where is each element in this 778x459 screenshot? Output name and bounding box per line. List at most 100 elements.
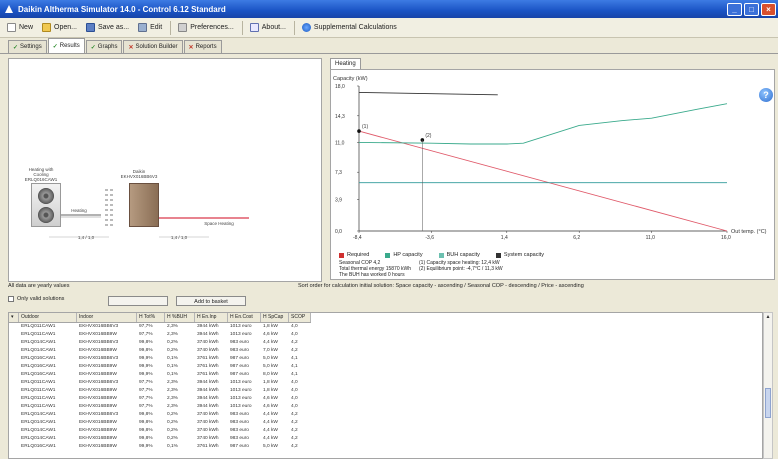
preferences-button[interactable]: Preferences... — [174, 20, 238, 35]
valid-solutions-checkbox[interactable]: Only valid solutions — [8, 296, 64, 302]
table-row[interactable]: ERLQ014CAW1 EKHVX016BB9W 99,8% 0,2% 3740 kWh… — [9, 427, 311, 435]
table-cell: 4,4 kW — [263, 436, 278, 441]
table-row[interactable]: ERLQ016CAW1 EKHVX016BB9W 99,9% 0,1% 3761 kWh… — [9, 443, 311, 451]
table-row[interactable]: ERLQ016CAW1 EKHVX016BB9W 99,9% 0,1% 3761 kWh… — [9, 371, 311, 379]
table-row[interactable]: ERLQ014CAW1 EKHVX016BB9W 99,8% 0,2% 3740 kWh… — [9, 435, 311, 443]
table-row[interactable]: ERLQ011CAW1 EKHVX016BB6V3 97,7% 2,3% 3944 kW… — [9, 379, 311, 387]
column-header[interactable]: Outdoor — [19, 313, 77, 322]
column-filter-icon[interactable]: ▾ — [9, 313, 19, 322]
row-selector[interactable] — [9, 323, 19, 331]
table-row[interactable]: ERLQ014CAW1 EKHVX016BB9W 99,8% 0,2% 3740 kWh… — [9, 419, 311, 427]
row-selector[interactable] — [9, 419, 19, 427]
table-row[interactable]: ERLQ014CAW1 EKHVX016BB6V3 99,8% 0,2% 3740 kW… — [9, 339, 311, 347]
edit-button[interactable]: Edit — [134, 20, 166, 35]
series-line-required — [358, 130, 728, 232]
table-cell: 3740 kWh — [197, 412, 219, 417]
table-cell: 4,6 kW — [263, 396, 278, 401]
table-row[interactable]: ERLQ014CAW1 EKHVX016BB9W 99,8% 0,2% 3740 kWh… — [9, 347, 311, 355]
help-icon[interactable]: ? — [759, 88, 773, 102]
column-header[interactable]: H En.Cost — [228, 313, 261, 322]
table-cell: EKHVX016BB9W — [79, 444, 117, 449]
tab-graphs[interactable]: ✓ Graphs — [85, 40, 123, 53]
column-header[interactable]: H En.Inp — [195, 313, 228, 322]
row-selector[interactable] — [9, 435, 19, 443]
outdoor-spec: 1,4 / 1,0 — [77, 235, 95, 240]
row-selector[interactable] — [9, 339, 19, 347]
tab-settings[interactable]: ✓ Settings — [8, 40, 47, 53]
tab-solution-builder[interactable]: ✕ Solution Builder — [123, 40, 183, 53]
table-cell: ERLQ016CAW1 — [21, 364, 56, 369]
edit-icon — [138, 23, 148, 32]
row-selector[interactable] — [9, 403, 19, 411]
x-tick-label: 6,2 — [573, 235, 580, 241]
row-selector[interactable] — [9, 331, 19, 339]
column-header[interactable]: H SpCap — [261, 313, 289, 322]
table-cell: 4,1 — [291, 372, 298, 377]
row-selector[interactable] — [9, 355, 19, 363]
toolbar-separator — [170, 20, 172, 35]
maximize-button[interactable]: □ — [744, 2, 759, 16]
table-row[interactable]: ERLQ016CAW1 EKHVX016BB9W 99,9% 0,1% 3761 kWh… — [9, 363, 311, 371]
row-selector[interactable] — [9, 363, 19, 371]
row-selector[interactable] — [9, 347, 19, 355]
table-body: ERLQ011CAW1 EKHVX016BB6V3 97,7% 2,3% 3944 kW… — [9, 323, 311, 451]
table-cell: 983 euro — [230, 348, 249, 353]
scroll-thumb[interactable] — [765, 388, 771, 418]
row-selector[interactable] — [9, 411, 19, 419]
blank-button[interactable] — [108, 296, 168, 306]
tab-results[interactable]: ✓ Results — [47, 38, 85, 53]
table-row[interactable]: ERLQ011CAW1 EKHVX016BB9W 97,7% 2,3% 3944 kWh… — [9, 403, 311, 411]
table-cell: 1,8 kW — [263, 388, 278, 393]
x-tick-label: -3,6 — [425, 235, 434, 241]
marker-point — [357, 129, 361, 133]
x-tick-label: 1,4 — [501, 235, 508, 241]
x-axis-label: Out temp. (°C) — [731, 229, 767, 235]
column-header[interactable]: SCOP — [289, 313, 311, 322]
table-cell: EKHVX016BB9W — [79, 396, 117, 401]
open-button[interactable]: Open... — [38, 20, 81, 35]
table-cell: EKHVX016BB9W — [79, 428, 117, 433]
row-selector[interactable] — [9, 379, 19, 387]
table-cell: ERLQ014CAW1 — [21, 428, 56, 433]
column-header[interactable]: Indoor — [77, 313, 137, 322]
minimize-button[interactable]: _ — [727, 2, 742, 16]
table-cell: ERLQ014CAW1 — [21, 436, 56, 441]
column-header[interactable]: H %BUH — [165, 313, 195, 322]
indoor-unit[interactable] — [129, 183, 159, 227]
new-button[interactable]: New — [3, 20, 37, 35]
table-row[interactable]: ERLQ011CAW1 EKHVX016BB9W 97,7% 2,3% 3944 kWh… — [9, 331, 311, 339]
row-selector[interactable] — [9, 427, 19, 435]
table-row[interactable]: ERLQ011CAW1 EKHVX016BB9W 97,7% 2,3% 3944 kWh… — [9, 395, 311, 403]
table-cell: 0,2% — [167, 412, 178, 417]
save-as-button[interactable]: Save as... — [82, 20, 133, 35]
table-row[interactable]: ERLQ011CAW1 EKHVX016BB9W 97,7% 2,3% 3944 kWh… — [9, 387, 311, 395]
add-to-basket-button[interactable]: Add to basket — [176, 296, 246, 306]
table-row[interactable]: ERLQ011CAW1 EKHVX016BB6V3 97,7% 2,3% 3944 kW… — [9, 323, 311, 331]
table-row[interactable]: ERLQ016CAW1 EKHVX016BB6V3 99,9% 0,1% 3761 kW… — [9, 355, 311, 363]
row-selector[interactable] — [9, 443, 19, 451]
tab-reports[interactable]: ✕ Reports — [183, 40, 222, 53]
table-cell: 1013 euro — [230, 388, 252, 393]
row-selector[interactable] — [9, 387, 19, 395]
table-cell: 97,7% — [139, 380, 153, 385]
table-scrollbar[interactable]: ▴ — [763, 312, 773, 459]
column-header[interactable]: H Tot% — [137, 313, 165, 322]
check-icon: ✓ — [90, 44, 96, 51]
scroll-up-icon[interactable]: ▴ — [764, 313, 772, 321]
new-file-icon — [7, 23, 16, 32]
y-tick-label: 11,0 — [335, 140, 345, 146]
table-cell: 4,0 — [291, 332, 298, 337]
table-cell: 3740 kWh — [197, 420, 219, 425]
supplemental-button[interactable]: Supplemental Calculations — [298, 20, 401, 35]
app-icon — [4, 4, 14, 14]
row-selector[interactable] — [9, 395, 19, 403]
about-button[interactable]: About... — [246, 20, 290, 35]
table-cell: 983 euro — [230, 412, 249, 417]
table-cell: 1,8 kW — [263, 380, 278, 385]
x-tick-label: 16,0 — [721, 235, 731, 241]
close-button[interactable]: × — [761, 2, 776, 16]
table-cell: 4,4 kW — [263, 428, 278, 433]
row-selector[interactable] — [9, 371, 19, 379]
table-cell: 4,2 — [291, 436, 298, 441]
table-row[interactable]: ERLQ014CAW1 EKHVX016BB6V3 99,8% 0,2% 3740 kW… — [9, 411, 311, 419]
